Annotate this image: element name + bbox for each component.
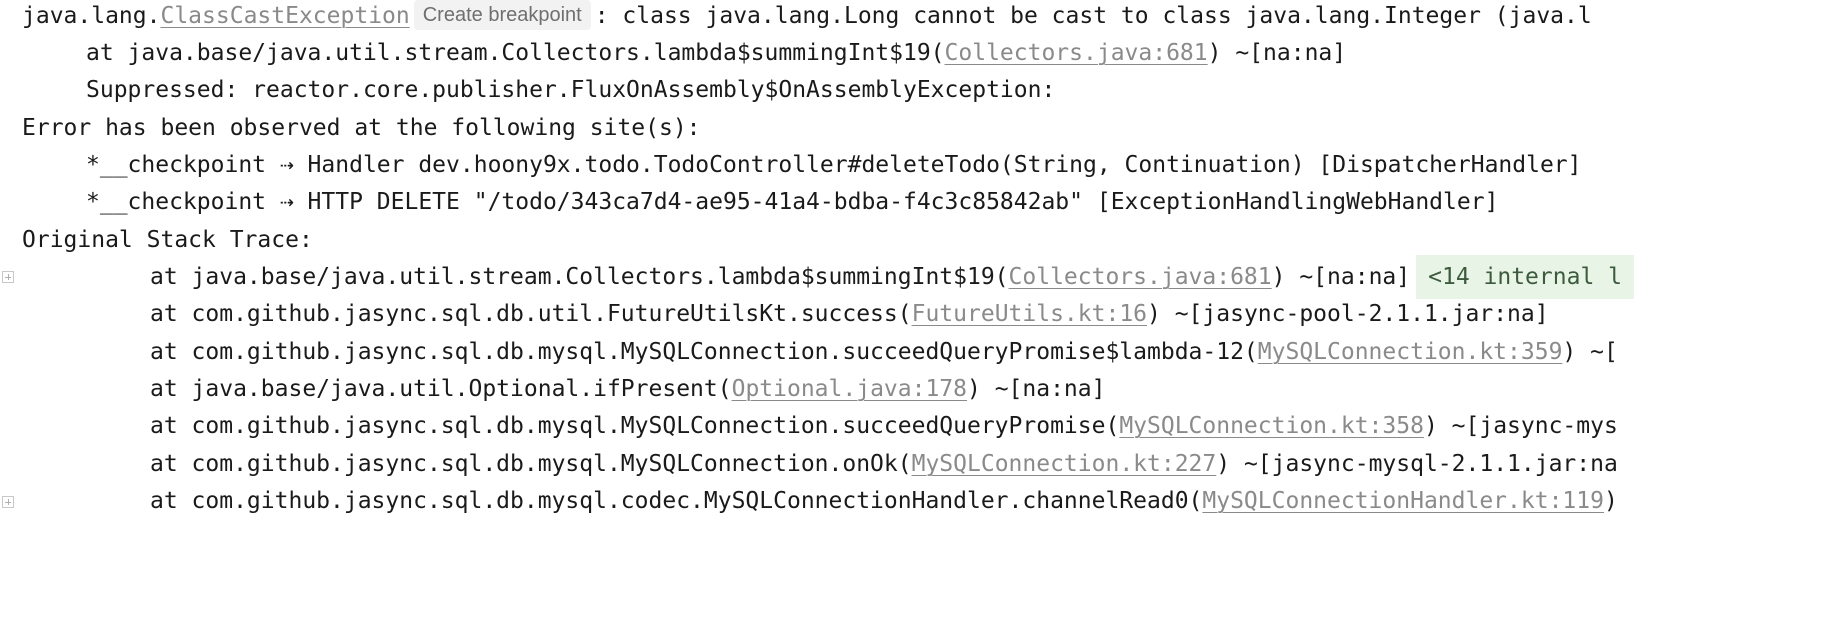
frame-suffix: ) [1603,488,1618,514]
source-link[interactable]: MySQLConnection.kt:359 [1258,339,1563,365]
frame-text: at java.base/java.util.stream.Collectors… [150,264,1009,290]
exception-prefix: java.lang. [22,3,161,29]
source-link[interactable]: MySQLConnectionHandler.kt:119 [1202,488,1604,514]
source-link[interactable]: Optional.java:178 [732,376,967,402]
frame-text: at java.base/java.util.Optional.ifPresen… [150,376,732,402]
frame-text: at com.github.jasync.sql.db.mysql.MySQLC… [150,339,1258,365]
frame-text: at com.github.jasync.sql.db.util.FutureU… [150,301,912,327]
frame-suffix: ) ~[jasync-pool-2.1.1.jar:na] [1147,301,1549,327]
frame-suffix: ) ~[na:na] [1207,40,1347,66]
exception-class-link[interactable]: ClassCastException [160,3,409,29]
frame-suffix: ) ~[jasync-mys [1423,413,1618,439]
create-breakpoint-button[interactable]: Create breakpoint [413,0,591,30]
frame-text: at com.github.jasync.sql.db.mysql.codec.… [150,488,1203,514]
stack-frame: at com.github.jasync.sql.db.mysql.codec.… [0,479,1848,523]
source-link[interactable]: Collectors.java:681 [1009,264,1272,290]
frame-suffix: ) ~[ [1562,339,1618,365]
source-link[interactable]: FutureUtils.kt:16 [912,301,1147,327]
frame-suffix: ) ~[na:na] [967,376,1106,402]
source-link[interactable]: Collectors.java:681 [945,40,1208,66]
source-link[interactable]: MySQLConnection.kt:358 [1119,413,1424,439]
frame-text: at com.github.jasync.sql.db.mysql.MySQLC… [150,451,912,477]
source-link[interactable]: MySQLConnection.kt:227 [912,451,1217,477]
frame-suffix: ) ~[na:na] [1271,264,1411,290]
exception-message: : class java.lang.Long cannot be cast to… [594,3,1592,29]
frame-text: at java.base/java.util.stream.Collectors… [86,40,945,66]
frame-text: at com.github.jasync.sql.db.mysql.MySQLC… [150,413,1120,439]
frame-suffix: ) ~[jasync-mysql-2.1.1.jar:na [1216,451,1618,477]
console-output: java.lang.ClassCastException Create break… [0,0,1848,618]
